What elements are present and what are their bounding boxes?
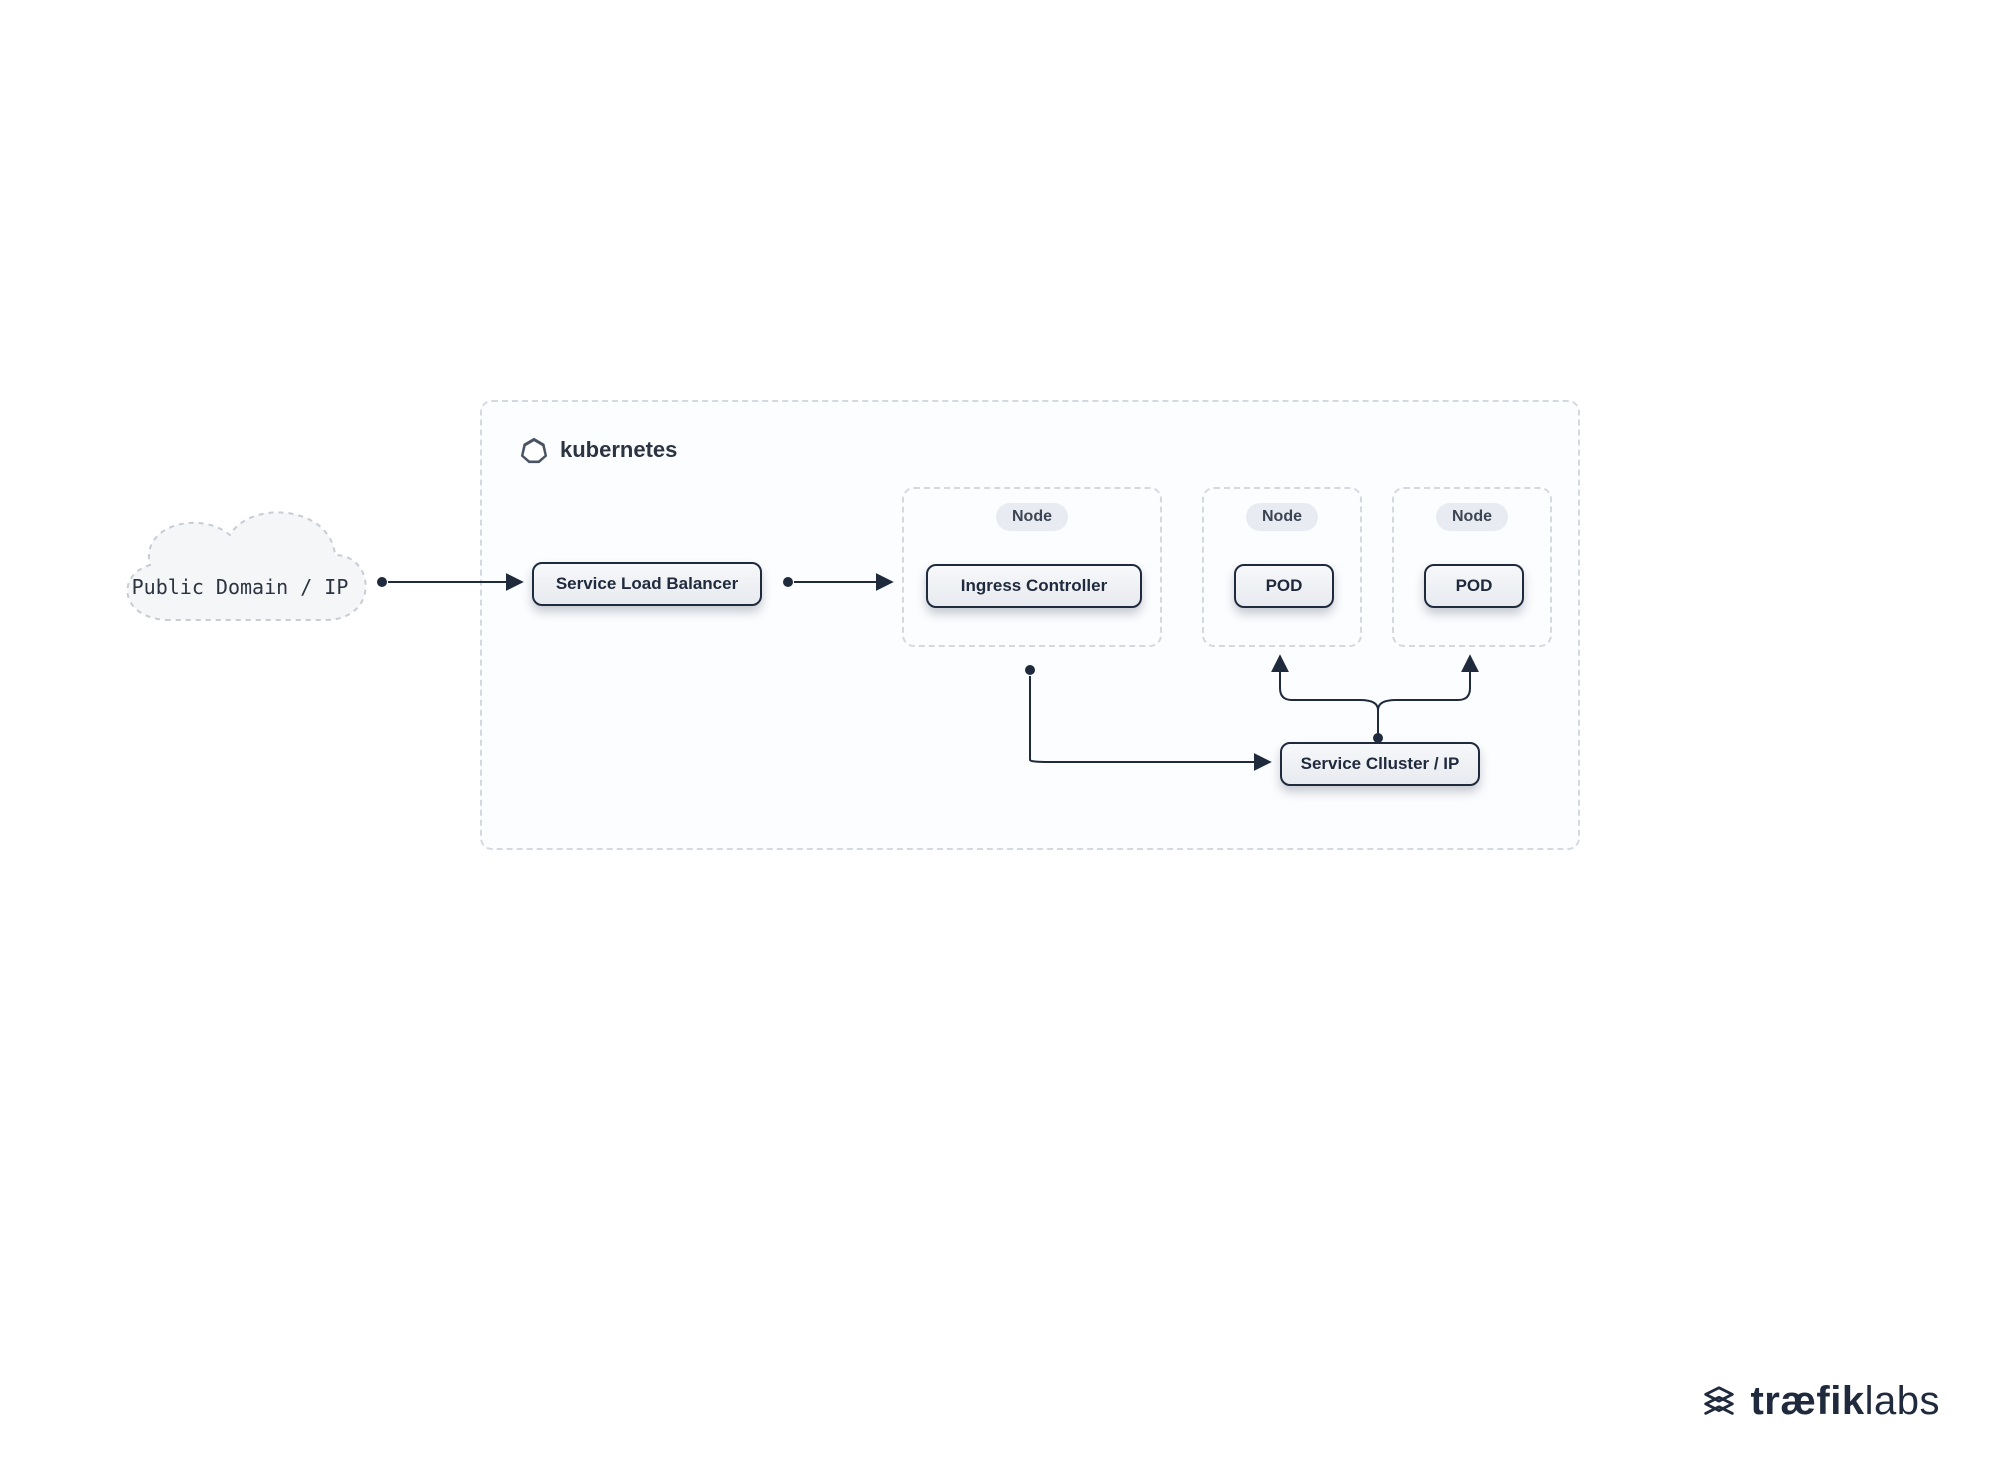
node-badge: Node bbox=[1436, 503, 1508, 531]
node-ingress: Node Ingress Controller bbox=[902, 487, 1162, 647]
traefiklabs-logo: træfiklabs bbox=[1700, 1379, 1940, 1424]
public-cloud: Public Domain / IP bbox=[100, 480, 380, 650]
pod-b: POD bbox=[1424, 564, 1524, 608]
cloud-icon bbox=[100, 480, 380, 650]
traefiklabs-wordmark: træfiklabs bbox=[1750, 1379, 1940, 1424]
kubernetes-icon bbox=[520, 436, 548, 464]
kubernetes-cluster: kubernetes Service Load Balancer Node In… bbox=[480, 400, 1580, 850]
node-badge: Node bbox=[1246, 503, 1318, 531]
kubernetes-title: kubernetes bbox=[520, 436, 677, 464]
pod-a: POD bbox=[1234, 564, 1334, 608]
ingress-controller: Ingress Controller bbox=[926, 564, 1142, 608]
diagram-canvas: Public Domain / IP kubernetes Service Lo… bbox=[0, 0, 2000, 1472]
public-cloud-label: Public Domain / IP bbox=[100, 575, 380, 599]
service-cluster-ip: Service Clluster / IP bbox=[1280, 742, 1480, 786]
labs-word: labs bbox=[1865, 1379, 1940, 1423]
traefik-mark-icon bbox=[1700, 1383, 1738, 1421]
service-load-balancer: Service Load Balancer bbox=[532, 562, 762, 606]
node-pod-b: Node POD bbox=[1392, 487, 1552, 647]
node-badge: Node bbox=[996, 503, 1068, 531]
traefik-word: træfik bbox=[1750, 1379, 1864, 1423]
node-pod-a: Node POD bbox=[1202, 487, 1362, 647]
kubernetes-title-text: kubernetes bbox=[560, 437, 677, 463]
